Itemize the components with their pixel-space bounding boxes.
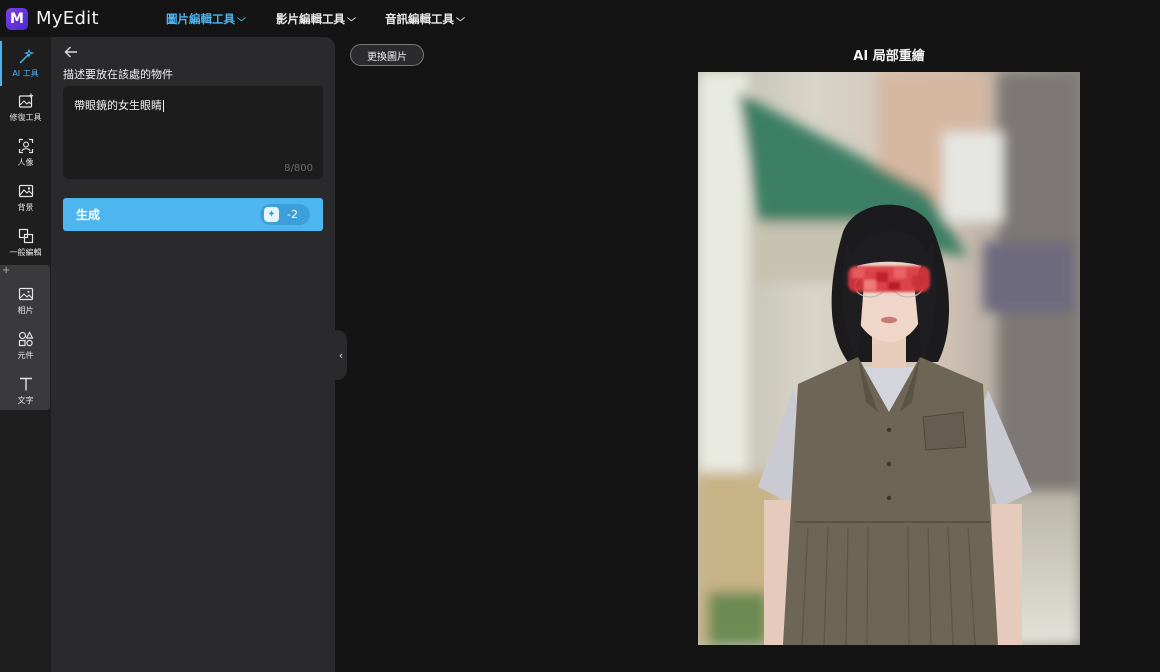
generate-button[interactable]: 生成 ✦ -2 [63, 198, 323, 231]
nav-label: 影片編輯工具 [276, 11, 345, 26]
rail-item-ai-tools[interactable]: AI 工具 [0, 41, 51, 86]
logo-mark: M [6, 7, 28, 30]
chevron-down-icon: ⌵ [455, 13, 465, 24]
photo-icon [17, 285, 35, 303]
credit-cost: -2 [287, 208, 298, 221]
background-icon [17, 182, 35, 200]
text-icon [17, 375, 35, 393]
plus-icon[interactable]: + [2, 265, 10, 276]
magic-wand-icon [17, 48, 35, 66]
app-name: MyEdit [36, 8, 99, 29]
text-caret [163, 100, 164, 112]
shapes-icon [17, 330, 35, 348]
rail-item-background[interactable]: 背景 [0, 175, 51, 220]
nav-video-tools[interactable]: 影片編輯工具 ⌵ [276, 0, 356, 37]
inpaint-mask [848, 266, 930, 292]
prompt-input[interactable]: 帶眼鏡的女生眼睛 8/800 [63, 86, 323, 179]
edited-photo[interactable] [698, 72, 1080, 645]
portrait-icon [17, 137, 35, 155]
rail-item-text[interactable]: 文字 [0, 368, 51, 413]
chevron-left-icon: ‹ [338, 348, 344, 362]
rail-item-general-edit[interactable]: 一般編輯 [0, 220, 51, 265]
rail-item-elements[interactable]: 元件 [0, 323, 51, 368]
rail-label: 修復工具 [9, 113, 42, 122]
panel-title: 描述要放在該處的物件 [63, 68, 173, 81]
collapse-panel-handle[interactable]: ‹ [335, 330, 347, 380]
rail-label: AI 工具 [12, 69, 39, 78]
credit-cost-badge: ✦ -2 [260, 204, 310, 225]
chevron-down-icon: ⌵ [236, 13, 246, 24]
layers-icon [17, 227, 35, 245]
rail-label: 背景 [17, 203, 34, 212]
app-logo[interactable]: M MyEdit [6, 7, 99, 30]
nav-audio-tools[interactable]: 音訊編輯工具 ⌵ [385, 0, 465, 37]
credit-icon: ✦ [264, 207, 279, 222]
generate-label: 生成 [76, 208, 101, 222]
canvas-title: AI 局部重繪 [853, 49, 925, 64]
prompt-text: 帶眼鏡的女生眼睛 [74, 97, 164, 113]
nav-label: 圖片編輯工具 [166, 11, 235, 26]
image-edit-icon [17, 92, 35, 110]
rail-label: 一般編輯 [9, 248, 42, 257]
replace-image-button[interactable]: 更換圖片 [350, 44, 424, 66]
nav-label: 音訊編輯工具 [385, 11, 454, 26]
rail-label: 人像 [17, 158, 34, 167]
prompt-value: 帶眼鏡的女生眼睛 [74, 99, 162, 112]
rail-label: 相片 [17, 306, 34, 315]
rail-label: 文字 [17, 396, 34, 405]
nav-image-tools[interactable]: 圖片編輯工具 ⌵ [166, 0, 246, 37]
rail-item-portrait[interactable]: 人像 [0, 130, 51, 175]
character-counter: 8/800 [284, 163, 313, 174]
chevron-down-icon: ⌵ [346, 13, 356, 24]
rail-item-repair[interactable]: 修復工具 [0, 85, 51, 130]
rail-label: 元件 [17, 351, 34, 360]
back-arrow-icon[interactable] [64, 44, 78, 63]
rail-item-photo[interactable]: 相片 [0, 278, 51, 323]
ai-tool-panel: 描述要放在該處的物件 帶眼鏡的女生眼睛 8/800 生成 ✦ -2 [51, 37, 335, 672]
tool-rail: AI 工具 修復工具 人像 背景 一般編輯 + 相片 元件 文字 [0, 37, 51, 672]
